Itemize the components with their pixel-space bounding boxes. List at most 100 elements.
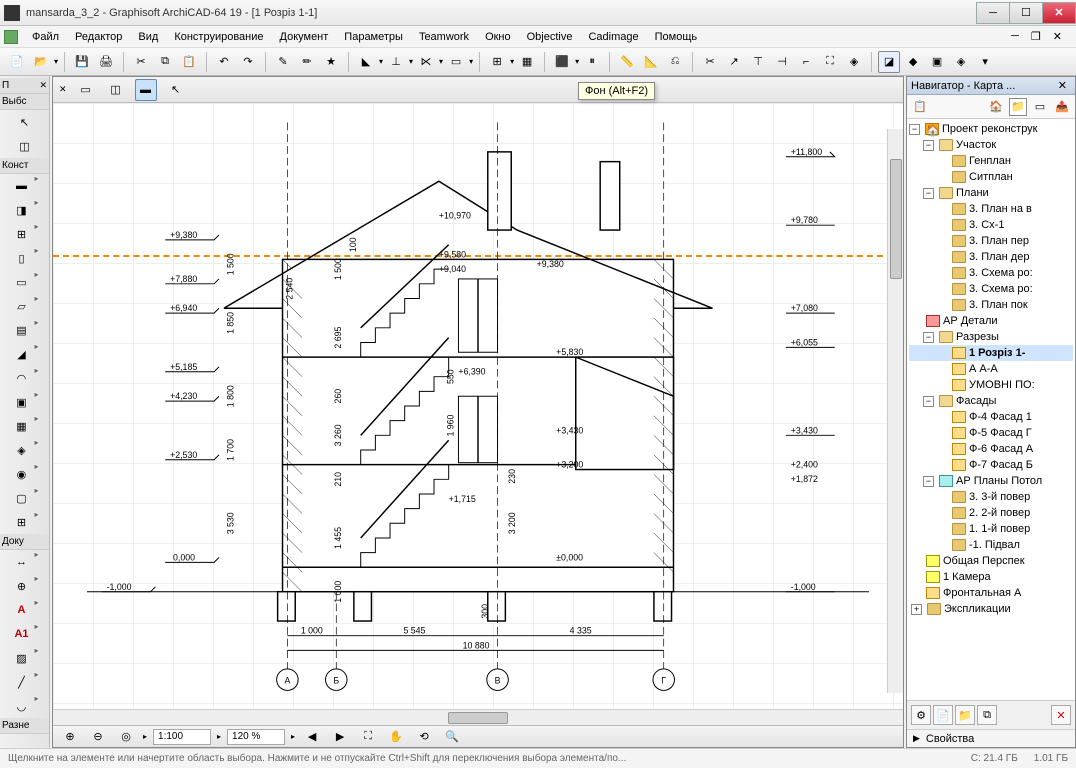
more-button[interactable]: ▾	[974, 51, 996, 73]
roof-tool[interactable]: ◢	[10, 343, 32, 365]
adjust-button[interactable]: ↗	[723, 51, 745, 73]
mdi-minimize[interactable]: ─	[1007, 30, 1023, 43]
new-button[interactable]: 📄	[6, 51, 28, 73]
drawing-canvas[interactable]: +9,380 +7,880 +6,940 +5,185 +4,230 +2,53…	[53, 103, 903, 709]
scale-input[interactable]	[153, 729, 211, 745]
pick-button[interactable]: ✎	[272, 51, 294, 73]
nav-btn-new[interactable]: 📄	[933, 705, 953, 725]
dim-tool[interactable]: ↔	[10, 551, 32, 573]
trace-button[interactable]: ⎌	[664, 51, 686, 73]
suspend-button[interactable]: ⏸	[581, 51, 603, 73]
favorites-button[interactable]: ★	[320, 51, 342, 73]
nav-btn-delete[interactable]: ✕	[1051, 705, 1071, 725]
mdi-restore[interactable]: ❐	[1027, 30, 1045, 43]
snap4-button[interactable]: ▭	[445, 51, 467, 73]
3d-button[interactable]: ◈	[950, 51, 972, 73]
open-button[interactable]: 📂	[30, 51, 52, 73]
curtain-tool[interactable]: ▦	[10, 415, 32, 437]
menu-help[interactable]: Помощь	[647, 29, 706, 45]
fillet-button[interactable]: ⌐	[795, 51, 817, 73]
undo-button[interactable]: ↶	[213, 51, 235, 73]
zoom-icon3[interactable]: ◎	[115, 726, 137, 748]
nav-tab-layout[interactable]: ▭	[1031, 98, 1049, 116]
maximize-button[interactable]: ☐	[1009, 2, 1043, 24]
renovation-button[interactable]: ▣	[926, 51, 948, 73]
menu-cadimage[interactable]: Cadimage	[580, 29, 646, 45]
nav-tab-1[interactable]: 🏠	[987, 98, 1005, 116]
print-button[interactable]: 🖨	[95, 51, 117, 73]
close-button[interactable]: ✕	[1042, 2, 1076, 24]
zoom-icon2[interactable]: ⊖	[87, 726, 109, 748]
wall-tool[interactable]: ▬	[10, 175, 32, 197]
nav-btn-settings[interactable]: ⚙	[911, 705, 931, 725]
tree-item-selected[interactable]: 1 Розріз 1-	[909, 345, 1073, 361]
menu-design[interactable]: Конструирование	[166, 29, 271, 45]
zoom-fit[interactable]: ⛶	[357, 726, 379, 748]
redo-button[interactable]: ↷	[237, 51, 259, 73]
lock-button[interactable]: ⬛	[551, 51, 573, 73]
geometry-opt1[interactable]: ▭	[75, 79, 97, 101]
mesh-tool[interactable]: ⊞	[10, 511, 32, 533]
stair-tool[interactable]: ▤	[10, 319, 32, 341]
arrow-opt[interactable]: ↖	[165, 79, 187, 101]
zoom-prev[interactable]: ◀	[301, 726, 323, 748]
text-tool[interactable]: A	[10, 599, 32, 621]
ruler-button[interactable]: 📐	[640, 51, 662, 73]
object-tool[interactable]: ◉	[10, 463, 32, 485]
marquee-tool[interactable]: ◫	[14, 135, 36, 157]
snap2-button[interactable]: ⊥	[385, 51, 407, 73]
label-tool[interactable]: A1	[10, 623, 32, 645]
horizontal-scrollbar[interactable]	[53, 709, 903, 725]
menu-window[interactable]: Окно	[477, 29, 519, 45]
layers-button[interactable]: ◆	[902, 51, 924, 73]
save-button[interactable]: 💾	[71, 51, 93, 73]
zoom-next[interactable]: ▶	[329, 726, 351, 748]
slab-tool[interactable]: ▱	[10, 295, 32, 317]
vertical-scrollbar[interactable]	[887, 129, 903, 693]
geometry-opt2[interactable]: ◫	[105, 79, 127, 101]
resize-button[interactable]: ⛶	[819, 51, 841, 73]
zoom-icon1[interactable]: ⊕	[59, 726, 81, 748]
shell-tool[interactable]: ◠	[10, 367, 32, 389]
door-tool[interactable]: ◨	[10, 199, 32, 221]
trace-ref-button[interactable]: ◪	[878, 51, 900, 73]
beam-tool[interactable]: ▭	[10, 271, 32, 293]
arc-tool[interactable]: ◡	[10, 695, 32, 717]
zoom-pan[interactable]: ✋	[385, 726, 407, 748]
orbit-icon[interactable]: ⟲	[413, 726, 435, 748]
menu-document[interactable]: Документ	[272, 29, 337, 45]
navigator-close-icon[interactable]: ✕	[1054, 79, 1071, 92]
snap3-button[interactable]: ⋉	[415, 51, 437, 73]
menu-objective[interactable]: Objective	[519, 29, 581, 45]
copy-button[interactable]: ⧉	[154, 51, 176, 73]
level-tool[interactable]: ⊕	[10, 575, 32, 597]
line-tool[interactable]: ╱	[10, 671, 32, 693]
menu-view[interactable]: Вид	[130, 29, 166, 45]
offset-button[interactable]: ◈	[843, 51, 865, 73]
toolbox-close-icon[interactable]: ✕	[39, 80, 47, 91]
paste-button[interactable]: 📋	[178, 51, 200, 73]
trim2-button[interactable]: ⊣	[771, 51, 793, 73]
minimize-button[interactable]: ─	[976, 2, 1010, 24]
column-tool[interactable]: ▯	[10, 247, 32, 269]
menu-file[interactable]: Файл	[24, 29, 67, 45]
skylight-tool[interactable]: ▣	[10, 391, 32, 413]
marker-button[interactable]: ✏	[296, 51, 318, 73]
nav-btn-clone[interactable]: ⧉	[977, 705, 997, 725]
menu-options[interactable]: Параметры	[336, 29, 411, 45]
nav-tab-viewmap[interactable]: 📁	[1009, 98, 1027, 116]
snap1-button[interactable]: ◣	[355, 51, 377, 73]
cut-button[interactable]: ✂	[130, 51, 152, 73]
navigator-props[interactable]: ▶ Свойства	[907, 729, 1075, 747]
tree-toggle[interactable]: −	[909, 124, 920, 135]
navigator-tree[interactable]: −🏠Проект реконструк −Участок Генплан Сит…	[907, 119, 1075, 700]
geometry-opt3-active[interactable]: ▬	[135, 79, 157, 101]
nav-tab-publisher[interactable]: 📤	[1053, 98, 1071, 116]
zone-tool[interactable]: ▢	[10, 487, 32, 509]
nav-btn-save[interactable]: 📁	[955, 705, 975, 725]
grid-button[interactable]: ⊞	[486, 51, 508, 73]
opt-close-icon[interactable]: ✕	[59, 84, 67, 95]
trim1-button[interactable]: ⊤	[747, 51, 769, 73]
measure-button[interactable]: 📏	[616, 51, 638, 73]
arrow-tool[interactable]: ↖	[14, 111, 36, 133]
